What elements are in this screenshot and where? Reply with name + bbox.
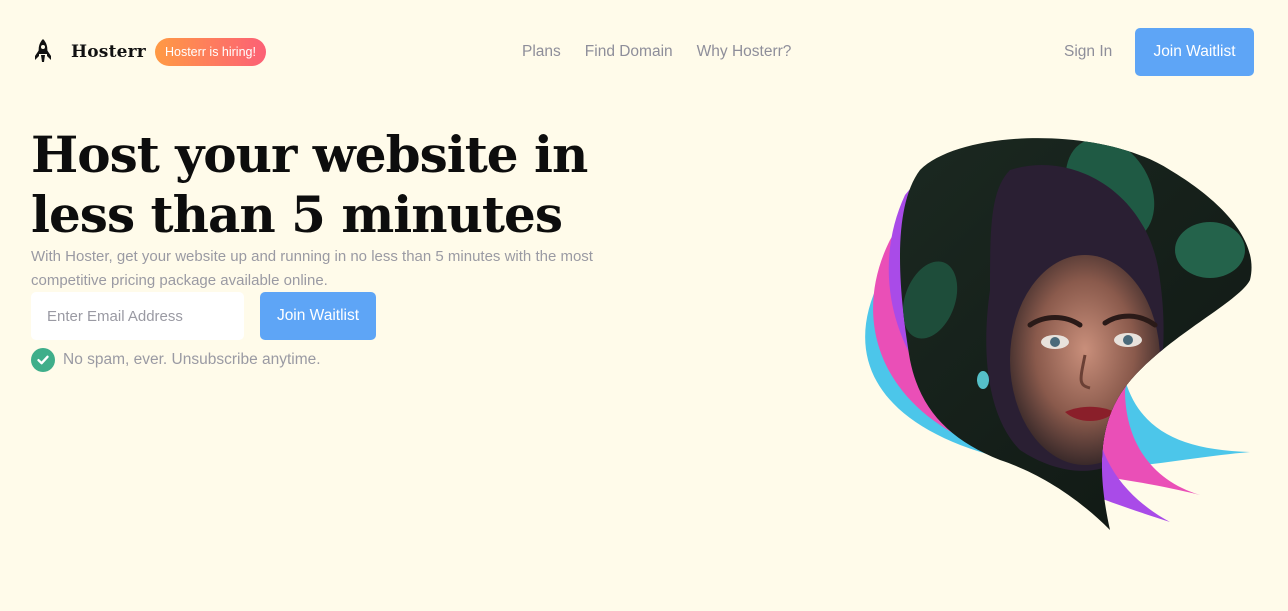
sign-in-link[interactable]: Sign In bbox=[1064, 43, 1112, 61]
no-spam-note: No spam, ever. Unsubscribe anytime. bbox=[31, 348, 321, 372]
no-spam-text: No spam, ever. Unsubscribe anytime. bbox=[63, 351, 321, 368]
hero-join-waitlist-button[interactable]: Join Waitlist bbox=[260, 292, 376, 340]
nav-link-why-hosterr[interactable]: Why Hosterr? bbox=[697, 43, 792, 61]
nav-link-plans[interactable]: Plans bbox=[522, 43, 561, 61]
hero-subtitle: With Hoster, get your website up and run… bbox=[31, 248, 593, 289]
landing-page: Hosterr Hosterr is hiring! Plans Find Do… bbox=[0, 0, 1288, 611]
brand: Hosterr Hosterr is hiring! bbox=[31, 38, 266, 66]
check-circle-icon bbox=[31, 348, 55, 372]
hero-illustration bbox=[840, 130, 1270, 550]
header-join-waitlist-button[interactable]: Join Waitlist bbox=[1135, 28, 1254, 76]
email-input[interactable] bbox=[31, 292, 244, 340]
main-nav: Plans Find Domain Why Hosterr? bbox=[522, 43, 815, 61]
nav-link-find-domain[interactable]: Find Domain bbox=[585, 43, 673, 61]
hero-headline: Host your website in less than 5 minutes bbox=[31, 125, 588, 244]
brand-name[interactable]: Hosterr bbox=[71, 42, 146, 62]
hiring-badge[interactable]: Hosterr is hiring! bbox=[154, 38, 266, 66]
rocket-icon[interactable] bbox=[31, 38, 55, 66]
